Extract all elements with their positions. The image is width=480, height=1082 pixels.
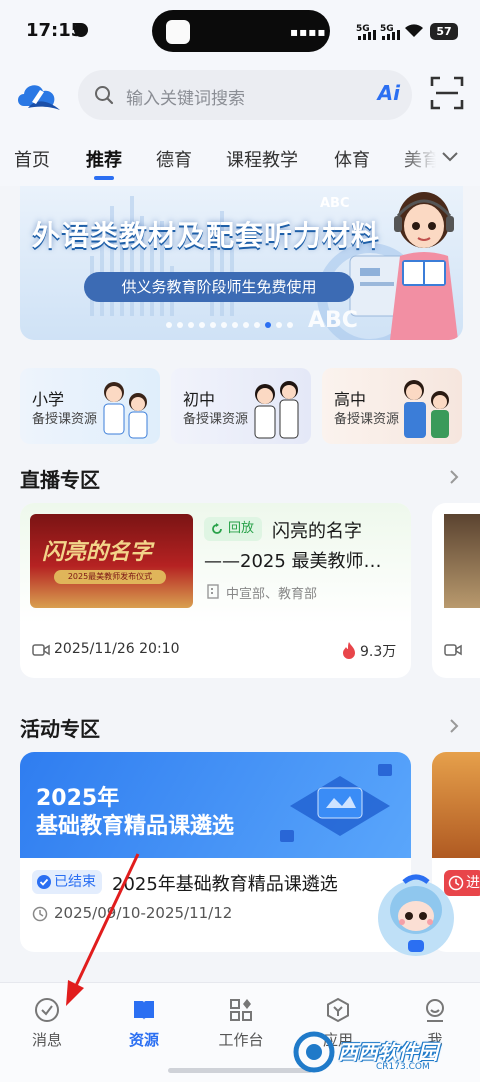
battery-indicator: 57 [430, 23, 458, 40]
signal-bars-2-icon [382, 30, 400, 40]
building-icon [207, 584, 219, 599]
banner-abc-small: ABC [320, 196, 350, 211]
carousel-dot[interactable] [221, 322, 227, 328]
video-camera-icon [444, 644, 462, 656]
carousel-dot[interactable] [276, 322, 282, 328]
live-organizer: 中宣部、教育部 [226, 587, 318, 602]
screen-cube-illustration [280, 764, 392, 842]
app-logo-icon[interactable] [14, 76, 62, 116]
activity-card-next-image [432, 752, 480, 858]
watermark-subtext: CR173.COM [376, 1062, 430, 1072]
live-card-next[interactable] [432, 503, 480, 678]
carousel-dot[interactable] [287, 322, 293, 328]
category-senior[interactable]: 高中 备授课资源 [322, 368, 462, 444]
carousel-dot[interactable] [188, 322, 194, 328]
nav-messages-label: 消息 [31, 1031, 62, 1049]
carousel-dot[interactable] [265, 322, 271, 328]
ai-search-button[interactable]: Ai [378, 81, 400, 105]
tab-course[interactable]: 课程教学 [226, 146, 298, 172]
carousel-dot[interactable] [210, 322, 216, 328]
search-bar[interactable]: 输入关键词搜索 Ai [78, 70, 412, 120]
students-illustration [254, 381, 299, 439]
top-header: 输入关键词搜索 Ai [0, 62, 480, 130]
hexagon-icon [327, 997, 349, 1023]
carousel-indicator[interactable] [166, 322, 293, 328]
category-junior[interactable]: 初中 备授课资源 [171, 368, 311, 444]
red-annotation-arrow [66, 853, 140, 1006]
search-placeholder: 输入关键词搜索 [126, 89, 245, 109]
fire-icon [343, 642, 355, 659]
live-start-time: 2025/11/26 20:10 [54, 641, 180, 657]
tab-sports[interactable]: 体育 [334, 146, 370, 172]
banner-subtitle: 供义务教育阶段师生免费使用 [84, 272, 354, 302]
status-bar: 17:15 ▪▪▪▪ 5G 5G 57 [0, 0, 480, 62]
category-senior-sub: 备授课资源 [334, 412, 400, 427]
nav-workbench-label: 工作台 [218, 1031, 264, 1049]
wifi-icon [405, 24, 423, 37]
category-senior-title: 高中 [334, 390, 367, 409]
video-camera-icon [32, 644, 50, 656]
banner-title: 外语类教材及配套听力材料 [32, 219, 381, 252]
activity-section-title: 活动专区 [20, 717, 100, 741]
replay-badge: 回放 [204, 517, 263, 541]
person-icon [426, 999, 444, 1022]
activity-next-badge-label: 进 [466, 875, 480, 891]
signal-bars-1-icon [358, 30, 376, 40]
category-tabs: 首页 推荐 德育 课程教学 体育 美育 [0, 130, 480, 186]
live-title-line1: 闪亮的名字 [272, 521, 362, 542]
category-junior-sub: 备授课资源 [183, 412, 249, 427]
carousel-dot[interactable] [232, 322, 238, 328]
students-illustration [103, 382, 148, 439]
search-icon [95, 86, 114, 105]
replay-badge-label: 回放 [228, 521, 255, 536]
carousel-dot[interactable] [243, 322, 249, 328]
banner-abc-large: ABC [308, 308, 358, 333]
girl-with-book-illustration [390, 192, 458, 340]
activity-banner: 2025年 基础教育精品课遴选 [20, 752, 411, 858]
category-primary-sub: 备授课资源 [32, 412, 98, 427]
carousel-dot[interactable] [254, 322, 260, 328]
nav-resources-label: 资源 [128, 1031, 159, 1049]
live-title-line2: ——2025 最美教师… [204, 551, 382, 572]
category-junior-title: 初中 [183, 390, 216, 409]
chevron-right-icon[interactable] [448, 717, 460, 735]
watermark-text: 西西软件园 [338, 1040, 438, 1064]
island-app-icon [166, 20, 190, 44]
ai-assistant-mascot-icon[interactable] [374, 870, 458, 960]
scan-icon[interactable] [430, 76, 464, 110]
grid-icon [230, 999, 252, 1021]
students-illustration [404, 380, 449, 438]
audio-wave-icon: ▪▪▪▪ [290, 25, 327, 39]
chevron-down-icon[interactable] [440, 146, 460, 166]
live-view-count: 9.3万 [360, 644, 397, 660]
activity-banner-title: 基础教育精品课遴选 [36, 814, 235, 839]
clock-icon [32, 906, 48, 922]
live-thumbnail: 闪亮的名字 2025最美教师发布仪式 [30, 514, 193, 608]
tab-moral[interactable]: 德育 [156, 146, 192, 172]
category-primary-title: 小学 [32, 390, 65, 409]
carousel-dot[interactable] [166, 322, 172, 328]
live-card[interactable]: 闪亮的名字 2025最美教师发布仪式 回放 闪亮的名字 ——2025 最美教师…… [20, 503, 411, 678]
replay-icon [212, 523, 222, 534]
location-icon [74, 23, 88, 37]
tab-recommend[interactable]: 推荐 [86, 146, 122, 172]
live-thumbnail-title: 闪亮的名字 [42, 540, 153, 565]
live-card-next-thumbnail [444, 514, 480, 608]
carousel-dot[interactable] [177, 322, 183, 328]
check-circle-icon [35, 998, 59, 1022]
live-section-title: 直播专区 [20, 468, 100, 492]
chevron-right-icon[interactable] [448, 468, 460, 486]
carousel-dot[interactable] [199, 322, 205, 328]
tab-home[interactable]: 首页 [14, 146, 50, 172]
category-primary[interactable]: 小学 备授课资源 [20, 368, 160, 444]
active-tab-indicator [94, 176, 114, 180]
nav-workbench[interactable]: 工作台 [206, 997, 276, 1050]
live-thumbnail-subtitle: 2025最美教师发布仪式 [54, 570, 166, 584]
promo-banner[interactable]: ABC 外语类教材及配套听力材料 供义务教育阶段师生免费使用 ABC [20, 186, 463, 340]
check-circle-icon [37, 875, 51, 889]
